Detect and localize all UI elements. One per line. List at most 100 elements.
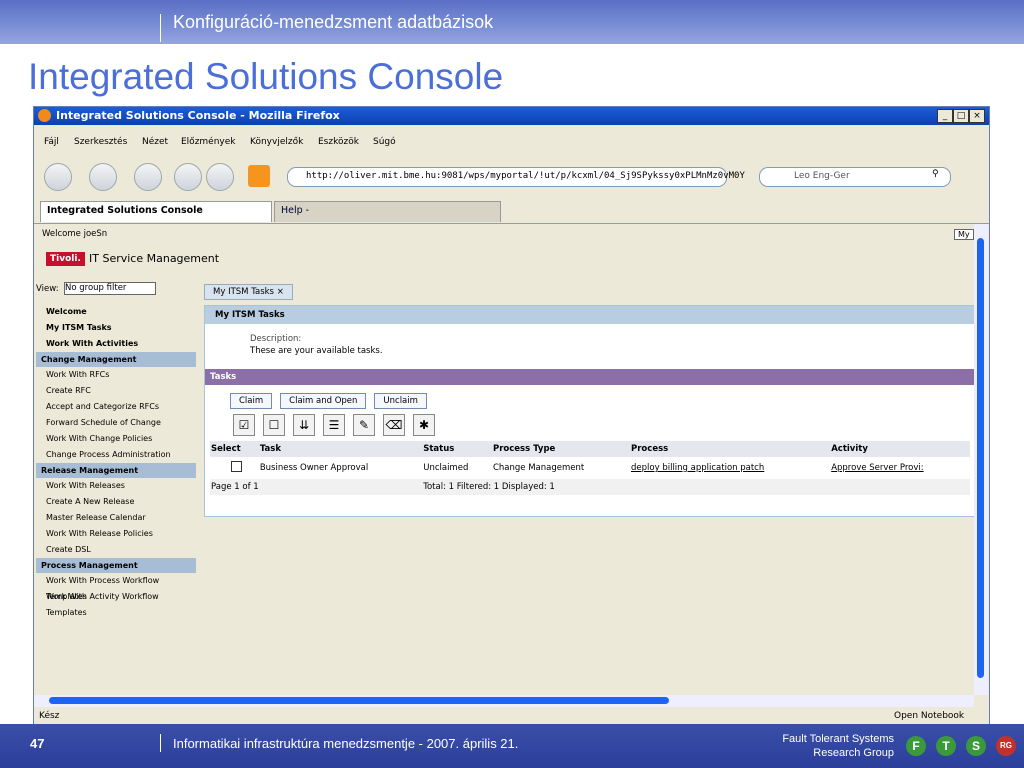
close-button[interactable]: × (969, 109, 985, 123)
menu-bookmarks[interactable]: Könyvjelzők (250, 137, 303, 147)
sidebar-item-work-with-activities[interactable]: Work With Activities (36, 336, 196, 352)
stop-icon[interactable] (174, 163, 202, 191)
window-titlebar: Integrated Solutions Console - Mozilla F… (34, 107, 989, 125)
menu-help[interactable]: Súgó (373, 137, 396, 147)
tasks-header-text: Tasks (210, 372, 237, 382)
row-task: Business Owner Approval (259, 463, 369, 473)
sidebar-nav: Welcome My ITSM Tasks Work With Activiti… (36, 304, 196, 684)
rss-icon[interactable] (248, 165, 270, 187)
row-process-link[interactable]: deploy billing application patch (630, 457, 830, 479)
sidebar-item[interactable]: Master Release Calendar (36, 510, 196, 526)
sidebar-item[interactable]: Work With Release Policies (36, 526, 196, 542)
tasks-table: Select Task Status Process Type Process … (210, 441, 970, 495)
menu-view[interactable]: Nézet (142, 137, 168, 147)
page-content: Welcome joeSn Tivoli. IT Service Managem… (34, 224, 976, 697)
logo-rg-icon: RG (996, 736, 1016, 756)
col-process[interactable]: Process (630, 441, 830, 457)
menu-bar: Fájl Szerkesztés Nézet Előzmények Könyvj… (34, 127, 989, 155)
deselect-icon[interactable]: ☐ (263, 414, 285, 436)
section-release-management[interactable]: Release Management (36, 463, 196, 478)
tab-close-icon[interactable]: × (277, 287, 284, 297)
url-bar[interactable]: http://oliver.mit.bme.hu:9081/wps/myport… (287, 167, 745, 187)
org-line1: Fault Tolerant Systems (782, 733, 894, 745)
clear-icon[interactable]: ⌫ (383, 414, 405, 436)
sidebar-item[interactable]: Work With RFCs (36, 367, 196, 383)
sidebar-item-welcome[interactable]: Welcome (36, 304, 196, 320)
menu-history[interactable]: Előzmények (181, 137, 236, 147)
search-placeholder: Leo Eng-Ger (794, 171, 850, 181)
sidebar-item[interactable]: Create DSL (36, 542, 196, 558)
sidebar-item[interactable]: Work With Activity Workflow Templates (36, 589, 196, 617)
reload-icon[interactable] (134, 163, 162, 191)
tab-label: My ITSM Tasks (213, 287, 274, 297)
back-icon[interactable] (44, 163, 72, 191)
logo-f-icon: F (906, 736, 926, 756)
edit-icon[interactable]: ✎ (353, 414, 375, 436)
browser-window: Integrated Solutions Console - Mozilla F… (33, 106, 990, 728)
row-activity-link[interactable]: Approve Server Provi: (830, 457, 970, 479)
horizontal-scrollbar[interactable] (34, 695, 974, 707)
description-text: These are your available tasks. (250, 346, 383, 356)
window-title: Integrated Solutions Console - Mozilla F… (56, 109, 340, 122)
footer-divider (160, 734, 161, 752)
portlet-header: My ITSM Tasks (205, 306, 975, 324)
my-button[interactable]: My (954, 229, 974, 240)
col-activity[interactable]: Activity (830, 441, 970, 457)
sidebar-item[interactable]: Work With Process Workflow Templates (36, 573, 196, 601)
claim-button[interactable]: Claim (230, 393, 273, 409)
col-task[interactable]: Task (259, 441, 422, 457)
settings-icon[interactable]: ✱ (413, 414, 435, 436)
tasks-portlet: My ITSM Tasks Description: These are you… (204, 305, 976, 517)
action-buttons: Claim Claim and Open Unclaim (230, 393, 427, 409)
sidebar-item[interactable]: Work With Change Policies (36, 431, 196, 447)
tab-isc-label: Integrated Solutions Console (47, 205, 203, 216)
sidebar-item[interactable]: Create RFC (36, 383, 196, 399)
row-process-type: Change Management (492, 463, 585, 473)
header-divider (160, 14, 161, 42)
search-bar[interactable]: Leo Eng-Ger ⚲ (759, 167, 951, 187)
col-select[interactable]: Select (210, 441, 259, 457)
tab-isc[interactable]: Integrated Solutions Console (40, 201, 272, 222)
view-select[interactable]: No group filter (64, 282, 156, 295)
logo-t-icon: T (936, 736, 956, 756)
col-status[interactable]: Status (422, 441, 492, 457)
brand-text: IT Service Management (89, 252, 220, 265)
sidebar-item[interactable]: Accept and Categorize RFCs (36, 399, 196, 415)
sort-icon[interactable]: ☰ (323, 414, 345, 436)
org-name: Fault Tolerant Systems Research Group (782, 732, 894, 760)
sidebar-item[interactable]: Create A New Release (36, 494, 196, 510)
menu-file[interactable]: Fájl (44, 137, 59, 147)
forward-icon[interactable] (89, 163, 117, 191)
tab-help[interactable]: Help - (274, 201, 501, 222)
menu-tools[interactable]: Eszközök (318, 137, 359, 147)
logo-s-icon: S (966, 736, 986, 756)
section-change-management[interactable]: Change Management (36, 352, 196, 367)
sidebar-item[interactable]: Forward Schedule of Change (36, 415, 196, 431)
table-row: Business Owner Approval Unclaimed Change… (210, 457, 970, 479)
vertical-scrollbar[interactable] (974, 224, 988, 695)
sidebar-item[interactable]: Change Process Administration (36, 447, 196, 463)
slide-header: Konfiguráció-menedzsment adatbázisok (0, 0, 1024, 44)
unclaim-button[interactable]: Unclaim (374, 393, 427, 409)
menu-edit[interactable]: Szerkesztés (74, 137, 127, 147)
filter-icon[interactable]: ⇊ (293, 414, 315, 436)
minimize-button[interactable]: _ (937, 109, 953, 123)
tab-bar: Integrated Solutions Console Help - (34, 199, 989, 224)
col-process-type[interactable]: Process Type (492, 441, 630, 457)
sidebar-item-my-itsm-tasks[interactable]: My ITSM Tasks (36, 320, 196, 336)
home-icon[interactable] (206, 163, 234, 191)
row-checkbox[interactable] (210, 457, 259, 479)
select-all-icon[interactable]: ☑ (233, 414, 255, 436)
maximize-button[interactable]: □ (953, 109, 969, 123)
sidebar-item[interactable]: Work With Releases (36, 478, 196, 494)
row-status: Unclaimed (423, 463, 469, 473)
slide-footer: 47 Informatikai infrastruktúra menedzsme… (0, 724, 1024, 768)
description-label: Description: (250, 334, 302, 344)
url-text: http://oliver.mit.bme.hu:9081/wps/myport… (306, 171, 745, 181)
icon-toolbar: ☑ ☐ ⇊ ☰ ✎ ⌫ ✱ (233, 414, 435, 436)
tab-my-itsm-tasks[interactable]: My ITSM Tasks × (204, 284, 293, 300)
claim-and-open-button[interactable]: Claim and Open (280, 393, 367, 409)
search-icon[interactable]: ⚲ (932, 169, 939, 179)
open-notebook-link[interactable]: Open Notebook (894, 711, 964, 721)
section-process-management[interactable]: Process Management (36, 558, 196, 573)
